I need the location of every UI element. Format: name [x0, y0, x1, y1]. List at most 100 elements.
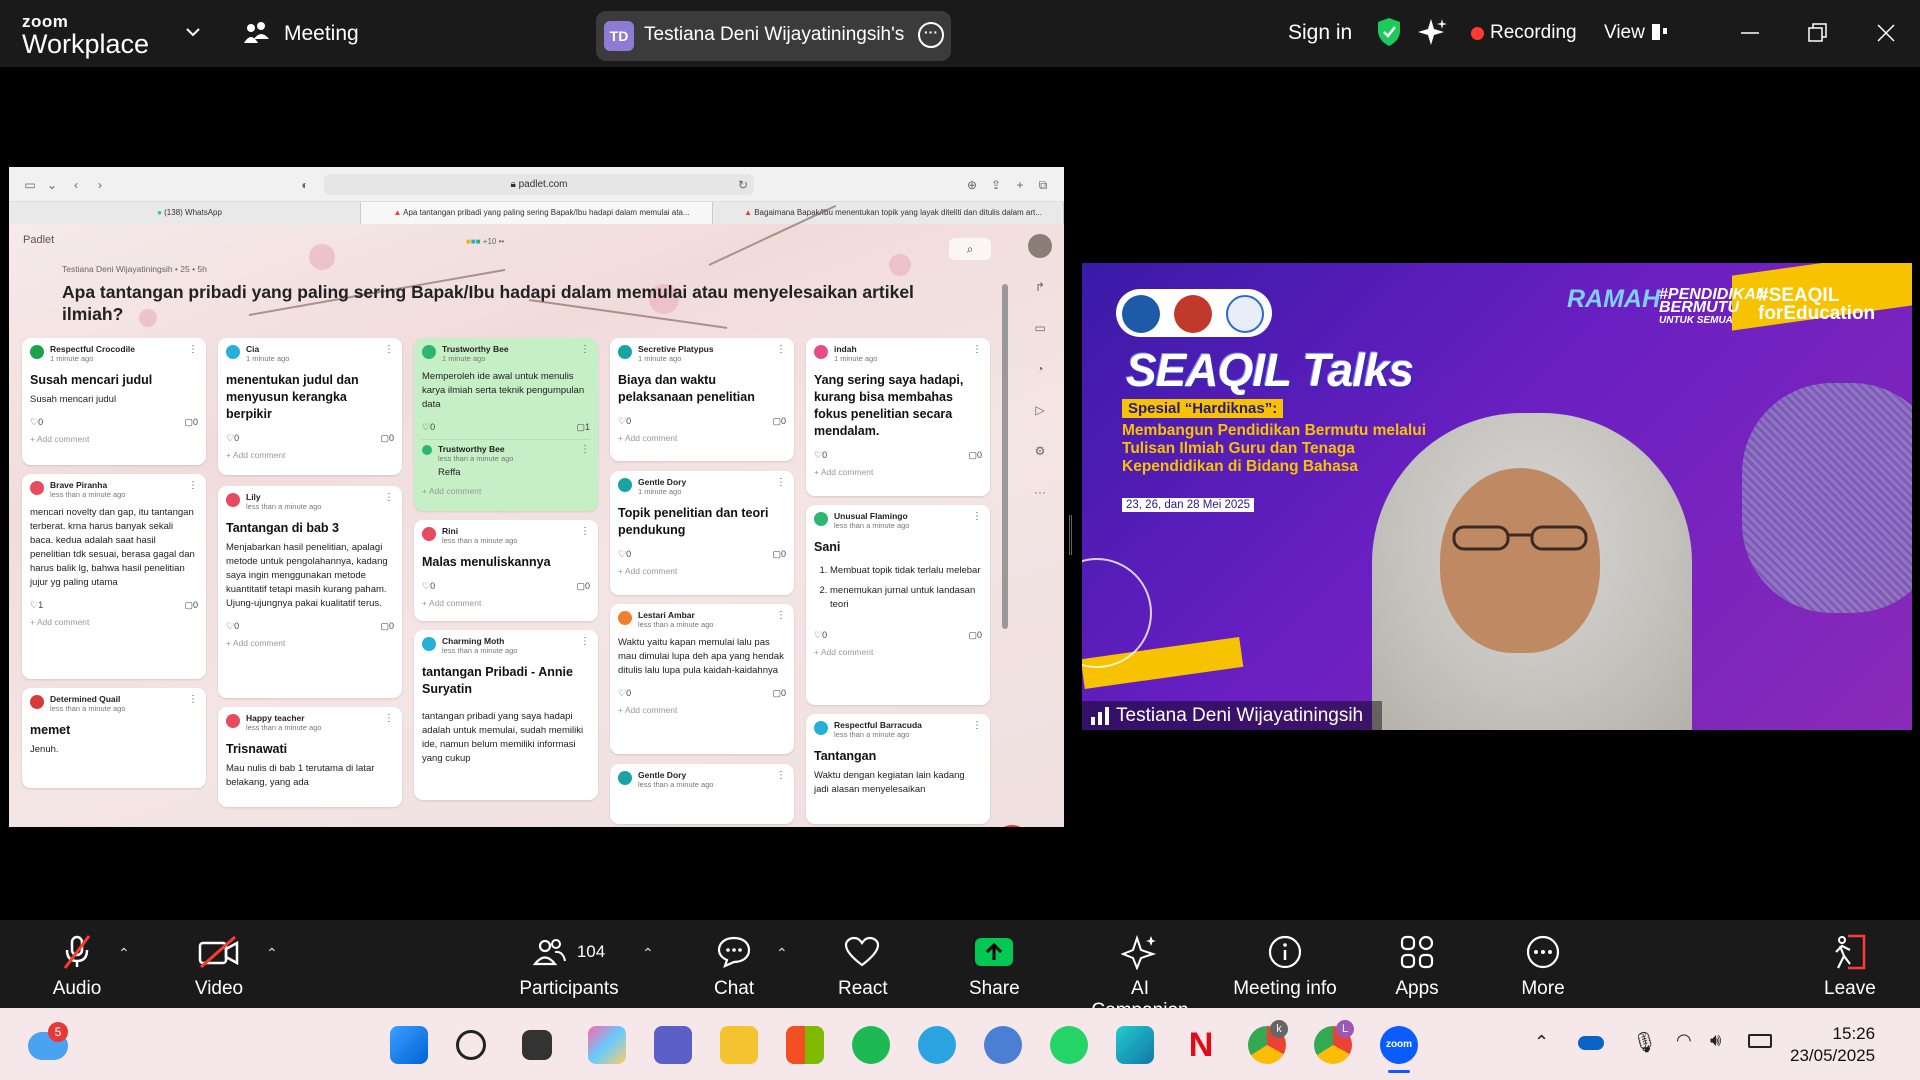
- padlet-logo[interactable]: Padlet: [23, 234, 54, 246]
- like-button[interactable]: ♡0: [226, 433, 239, 444]
- edge-icon[interactable]: [1116, 1026, 1154, 1064]
- like-button[interactable]: ♡0: [422, 422, 435, 433]
- like-button[interactable]: ♡0: [618, 549, 631, 560]
- participant-video[interactable]: RAMAH #PENDIDIKAN BERMUTU UNTUK SEMUA #SEA…: [1082, 263, 1912, 730]
- play-icon[interactable]: ▷: [1028, 398, 1052, 422]
- chevron-up-icon[interactable]: ⌃: [118, 945, 130, 962]
- post-menu-icon[interactable]: ⋮: [776, 344, 786, 355]
- download-icon[interactable]: ⊕: [965, 178, 979, 192]
- add-comment-input[interactable]: + Add comment: [30, 617, 198, 627]
- comment-count-button[interactable]: ▢0: [380, 621, 394, 632]
- post-card[interactable]: Lestari Ambar less than a minute ago ⋮ Wak…: [610, 604, 794, 754]
- post-menu-icon[interactable]: ⋮: [384, 492, 394, 503]
- add-comment-input[interactable]: + Add comment: [814, 467, 982, 477]
- security-shield-icon[interactable]: [1376, 17, 1402, 47]
- like-button[interactable]: ♡0: [618, 688, 631, 699]
- slideshow-icon[interactable]: ▭: [1028, 316, 1052, 340]
- browser-tab-padlet-2[interactable]: ▲ Bagaimana Bapak/Ibu menentukan topik y…: [713, 202, 1064, 224]
- post-card[interactable]: Determined Quail less than a minute ago ⋮ …: [22, 688, 206, 788]
- meeting-tab[interactable]: Meeting: [284, 22, 359, 46]
- comment-count-button[interactable]: ▢0: [772, 416, 786, 427]
- settings-icon[interactable]: ⚙: [1028, 439, 1052, 463]
- share-sheet-icon[interactable]: ⇪: [989, 178, 1003, 192]
- add-comment-input[interactable]: + Add comment: [226, 638, 394, 648]
- meeting-info-button[interactable]: Meeting info: [1229, 934, 1341, 1000]
- windows-start-icon[interactable]: [390, 1026, 428, 1064]
- search-icon[interactable]: ⌕: [949, 238, 991, 260]
- post-menu-icon[interactable]: ⋮: [776, 610, 786, 621]
- comment-count-button[interactable]: ▢0: [772, 549, 786, 560]
- post-menu-icon[interactable]: ⋮: [188, 694, 198, 705]
- apps-button[interactable]: Apps: [1395, 934, 1439, 1000]
- post-card[interactable]: Rini less than a minute ago ⋮ Malas menuli…: [414, 520, 598, 621]
- post-menu-icon[interactable]: ⋮: [972, 344, 982, 355]
- close-icon[interactable]: [1871, 18, 1901, 48]
- copilot-icon[interactable]: [588, 1026, 626, 1064]
- post-card[interactable]: Gentle Dory less than a minute ago ⋮: [610, 764, 794, 824]
- like-button[interactable]: ♡0: [30, 417, 43, 428]
- battery-icon[interactable]: [1748, 1034, 1772, 1048]
- sign-in-link[interactable]: Sign in: [1288, 21, 1352, 45]
- chat-button[interactable]: Chat: [714, 934, 754, 1000]
- post-menu-icon[interactable]: ⋮: [188, 480, 198, 491]
- chevron-up-icon[interactable]: ⌃: [1534, 1032, 1549, 1053]
- post-card[interactable]: Respectful Barracuda less than a minute a…: [806, 714, 990, 824]
- new-tab-icon[interactable]: +: [1013, 178, 1027, 192]
- post-card[interactable]: Secretive Platypus 1 minute ago ⋮ Biaya da…: [610, 338, 794, 461]
- wifi-icon[interactable]: ◠: [1676, 1030, 1692, 1051]
- react-button[interactable]: React: [838, 934, 888, 1000]
- add-comment-input[interactable]: + Add comment: [618, 566, 786, 576]
- post-menu-icon[interactable]: ⋮: [384, 344, 394, 355]
- add-comment-input[interactable]: + Add comment: [618, 433, 786, 443]
- post-menu-icon[interactable]: ⋮: [580, 636, 590, 647]
- post-card[interactable]: Unusual Flamingo less than a minute ago ⋮ …: [806, 505, 990, 705]
- audio-button[interactable]: Audio: [46, 934, 108, 1000]
- comment-count-button[interactable]: ▢1: [576, 422, 590, 433]
- file-explorer-icon[interactable]: [720, 1026, 758, 1064]
- comment-count-button[interactable]: ▢0: [576, 581, 590, 592]
- participants-button[interactable]: 104 Participants: [518, 934, 620, 1000]
- store-icon[interactable]: [786, 1026, 824, 1064]
- comment-count-button[interactable]: ▢0: [184, 417, 198, 428]
- spotify-icon[interactable]: [852, 1026, 890, 1064]
- volume-icon[interactable]: 🔊︎: [1710, 1030, 1721, 1051]
- reply-menu-icon[interactable]: ⋮: [580, 444, 590, 455]
- comment-count-button[interactable]: ▢0: [772, 688, 786, 699]
- chevron-up-icon[interactable]: ⌃: [266, 945, 278, 962]
- post-menu-icon[interactable]: ⋮: [580, 526, 590, 537]
- like-button[interactable]: ♡0: [814, 630, 827, 641]
- address-bar[interactable]: 🔒︎ padlet.com: [324, 174, 754, 195]
- like-button[interactable]: ♡1: [30, 600, 43, 611]
- chevron-up-icon[interactable]: ⌃: [642, 945, 654, 962]
- bell-icon[interactable]: ◔: [1028, 357, 1052, 381]
- like-button[interactable]: ♡0: [814, 450, 827, 461]
- recording-status[interactable]: Recording: [1490, 22, 1577, 44]
- system-clock[interactable]: 15:26 23/05/2025: [1790, 1023, 1875, 1067]
- post-menu-icon[interactable]: ⋮: [972, 511, 982, 522]
- sidebar-toggle-icon[interactable]: ▭: [23, 178, 37, 192]
- microphone-icon[interactable]: 🎙︎: [1632, 1030, 1657, 1055]
- comment-count-button[interactable]: ▢0: [968, 450, 982, 461]
- add-comment-input[interactable]: + Add comment: [814, 647, 982, 657]
- add-comment-input[interactable]: + Add comment: [618, 705, 786, 715]
- chevron-down-icon[interactable]: [183, 22, 203, 42]
- like-button[interactable]: ♡0: [618, 416, 631, 427]
- post-card[interactable]: Charming Moth less than a minute ago ⋮ tan…: [414, 630, 598, 800]
- share-arrow-icon[interactable]: ↱: [1028, 275, 1052, 299]
- add-post-button[interactable]: +: [993, 825, 1031, 827]
- post-card[interactable]: indah 1 minute ago ⋮ Yang sering saya hada…: [806, 338, 990, 496]
- post-menu-icon[interactable]: ⋮: [580, 344, 590, 355]
- add-comment-input[interactable]: + Add comment: [30, 434, 198, 444]
- teams-icon[interactable]: [654, 1026, 692, 1064]
- comment-count-button[interactable]: ▢0: [380, 433, 394, 444]
- reload-icon[interactable]: ↻: [736, 178, 750, 192]
- share-button[interactable]: Share: [969, 934, 1020, 1000]
- add-comment-input[interactable]: + Add comment: [422, 598, 590, 608]
- avatar[interactable]: [1028, 234, 1052, 258]
- post-menu-icon[interactable]: ⋮: [972, 720, 982, 731]
- post-menu-icon[interactable]: ⋮: [188, 344, 198, 355]
- browser-tab-whatsapp[interactable]: ● (138) WhatsApp: [9, 202, 361, 224]
- split-resize-handle[interactable]: [1069, 515, 1072, 555]
- restore-icon[interactable]: [1802, 18, 1832, 48]
- post-card[interactable]: Cia 1 minute ago ⋮ menentukan judul dan me…: [218, 338, 402, 475]
